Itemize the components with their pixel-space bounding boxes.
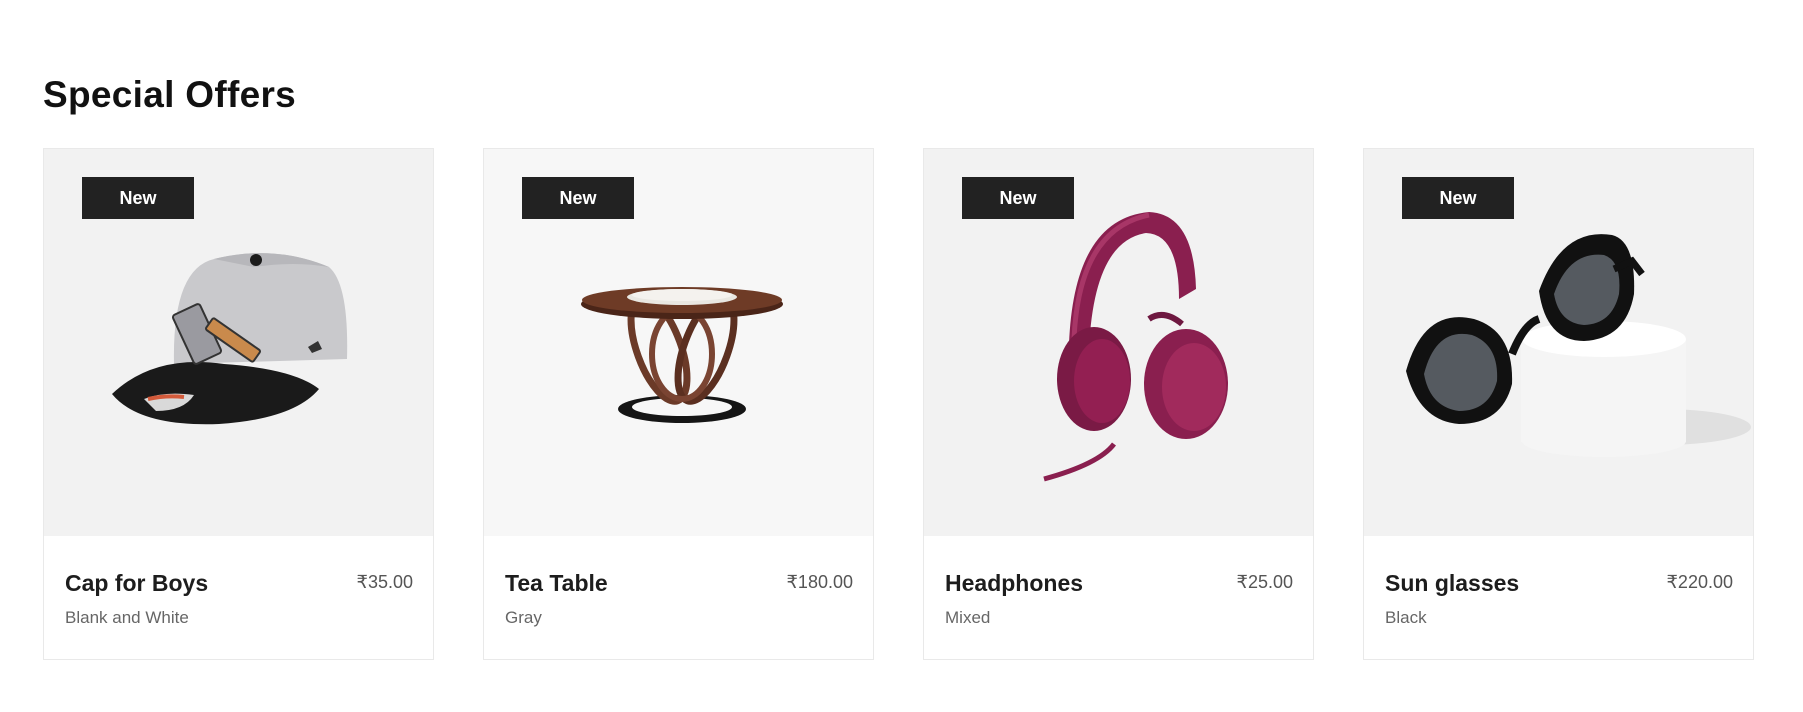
section-title: Special Offers: [43, 74, 297, 115]
product-media[interactable]: New: [1364, 149, 1753, 536]
product-price: ₹35.00: [356, 572, 414, 592]
product-variant: Gray: [505, 608, 542, 627]
product-card-tea-table[interactable]: New Tea Table ₹180.00 Gray: [483, 148, 874, 660]
product-price: ₹180.00: [786, 572, 853, 592]
special-offers-section: Special Offers New Cap for Boys ₹35.00 B…: [0, 0, 1803, 712]
product-price: ₹220.00: [1666, 572, 1733, 592]
new-badge: New: [522, 177, 634, 219]
product-grid: New Cap for Boys ₹35.00 Blank and White: [43, 148, 1754, 660]
product-info: Headphones ₹25.00 Mixed: [924, 536, 1313, 660]
product-media[interactable]: New: [484, 149, 873, 536]
product-name[interactable]: Sun glasses: [1385, 570, 1519, 597]
new-badge: New: [82, 177, 194, 219]
product-name[interactable]: Tea Table: [505, 570, 608, 597]
product-info: Sun glasses ₹220.00 Black: [1364, 536, 1753, 660]
product-variant: Mixed: [945, 608, 991, 627]
product-card-headphones[interactable]: New Headphones ₹25.00 Mixed: [923, 148, 1314, 660]
new-badge: New: [962, 177, 1074, 219]
product-name[interactable]: Headphones: [945, 570, 1083, 597]
product-info: Tea Table ₹180.00 Gray: [484, 536, 873, 660]
product-price: ₹25.00: [1236, 572, 1294, 592]
product-name[interactable]: Cap for Boys: [65, 570, 208, 597]
product-variant: Blank and White: [65, 608, 189, 627]
product-media[interactable]: New: [924, 149, 1313, 536]
product-card-cap[interactable]: New Cap for Boys ₹35.00 Blank and White: [43, 148, 434, 660]
new-badge: New: [1402, 177, 1514, 219]
product-media[interactable]: New: [44, 149, 433, 536]
product-variant: Black: [1385, 608, 1427, 627]
product-card-sunglasses[interactable]: New Sun glasses ₹220.00 Black: [1363, 148, 1754, 660]
product-info: Cap for Boys ₹35.00 Blank and White: [44, 536, 433, 660]
